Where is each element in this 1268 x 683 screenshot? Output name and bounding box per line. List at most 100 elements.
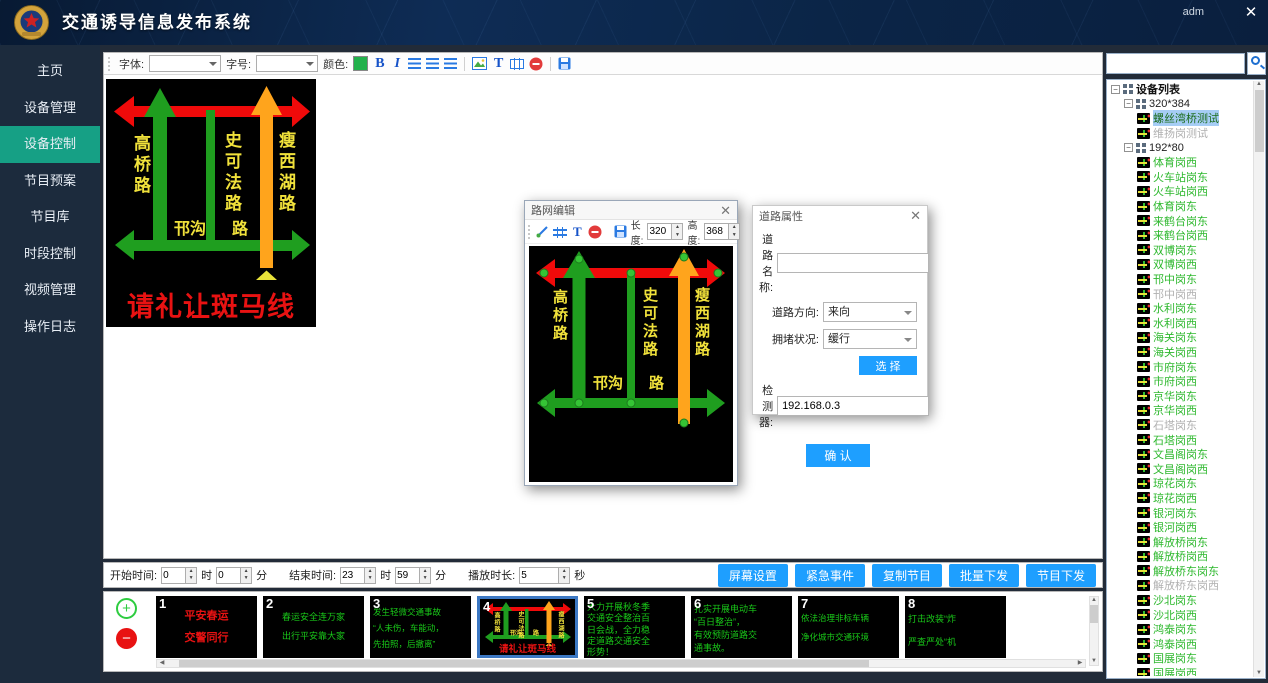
action-button[interactable]: 复制节目: [872, 564, 942, 587]
action-button[interactable]: 屏幕设置: [718, 564, 788, 587]
device-tree-item[interactable]: 海关岗东: [1109, 330, 1253, 345]
device-tree-item[interactable]: 国展岗西: [1109, 666, 1253, 676]
program-thumbnail-5[interactable]: 5大力开展秋冬季交通安全整治百日会战，全力稳定道路交通安全形势！: [584, 596, 685, 658]
device-tree-item[interactable]: 维扬岗测试: [1109, 126, 1253, 141]
sidebar-item-5[interactable]: 节目库: [0, 199, 100, 236]
device-tree-item[interactable]: 来鹤台岗西: [1109, 228, 1253, 243]
size-select[interactable]: [256, 55, 318, 72]
end-hour-input[interactable]: [340, 567, 365, 584]
device-tree-item[interactable]: 石塔岗东: [1109, 418, 1253, 433]
sidebar-item-8[interactable]: 操作日志: [0, 309, 100, 346]
scroll-up-icon[interactable]: ▲: [1254, 81, 1264, 88]
sidebar-item-6[interactable]: 时段控制: [0, 236, 100, 273]
text-tool-icon[interactable]: T: [571, 224, 584, 240]
device-group-192*80[interactable]: −192*80: [1109, 140, 1253, 155]
scrollbar-thumb[interactable]: [179, 660, 869, 667]
text-tool-icon[interactable]: T: [492, 56, 505, 72]
scroll-right-icon[interactable]: ▶: [1075, 660, 1085, 667]
device-tree-item[interactable]: 火车站岗西: [1109, 184, 1253, 199]
scroll-down-icon[interactable]: ▼: [1089, 658, 1099, 665]
device-tree-item[interactable]: 鸿泰岗东: [1109, 622, 1253, 637]
spin-down-icon[interactable]: ▼: [420, 575, 430, 583]
font-select[interactable]: [149, 55, 221, 72]
detector-input[interactable]: [777, 396, 929, 416]
spin-up-icon[interactable]: ▲: [559, 568, 569, 576]
spin-down-icon[interactable]: ▼: [365, 575, 375, 583]
spin-down-icon[interactable]: ▼: [559, 575, 569, 583]
window-close-icon[interactable]: ✕: [1242, 4, 1260, 22]
device-tree-item[interactable]: 银河岗西: [1109, 520, 1253, 535]
device-tree-item[interactable]: 琼花岗东: [1109, 476, 1253, 491]
device-tree-item[interactable]: 双博岗东: [1109, 243, 1253, 258]
device-tree-item[interactable]: 双博岗西: [1109, 257, 1253, 272]
device-tree-item[interactable]: 解放桥岗西: [1109, 549, 1253, 564]
program-thumbnail-3[interactable]: 3发生轻微交通事故“人未伤，车能动，先拍照，后撤离”: [370, 596, 471, 658]
device-tree-item[interactable]: 体育岗东: [1109, 199, 1253, 214]
scroll-up-icon[interactable]: ▲: [1089, 597, 1099, 604]
device-tree-item[interactable]: 来鹤台岗东: [1109, 213, 1253, 228]
delete-program-button[interactable]: −: [116, 628, 137, 649]
image-icon[interactable]: [472, 57, 487, 70]
action-button[interactable]: 批量下发: [949, 564, 1019, 587]
device-tree-item[interactable]: 螺丝湾桥测试: [1109, 111, 1253, 126]
device-tree-item[interactable]: 解放桥东岗东: [1109, 564, 1253, 579]
congestion-select[interactable]: 缓行: [823, 329, 917, 349]
sidebar-item-4[interactable]: 节目预案: [0, 163, 100, 200]
device-search-input[interactable]: [1106, 53, 1245, 74]
align-center-icon[interactable]: [426, 58, 439, 69]
duration-input[interactable]: [519, 567, 559, 584]
road-props-titlebar[interactable]: 道路属性 ✕: [753, 206, 927, 225]
spin-down-icon[interactable]: ▼: [241, 575, 251, 583]
spin-up-icon[interactable]: ▲: [365, 568, 375, 576]
sidebar-item-7[interactable]: 视频管理: [0, 272, 100, 309]
sidebar-item-2[interactable]: 设备管理: [0, 90, 100, 127]
device-tree-item[interactable]: 沙北岗东: [1109, 593, 1253, 608]
spin-up-icon[interactable]: ▲: [241, 568, 251, 576]
close-icon[interactable]: ✕: [910, 209, 921, 222]
program-thumbnail-8[interactable]: 8打击改装“炸严查严处“机: [905, 596, 1006, 658]
save-icon[interactable]: [558, 57, 571, 70]
spin-up-icon[interactable]: ▲: [186, 568, 196, 576]
device-tree-item[interactable]: 邗中岗西: [1109, 286, 1253, 301]
action-button[interactable]: 紧急事件: [795, 564, 865, 587]
device-tree-item[interactable]: 鸿泰岗西: [1109, 637, 1253, 652]
device-tree-item[interactable]: 体育岗西: [1109, 155, 1253, 170]
collapse-icon[interactable]: −: [1111, 85, 1120, 94]
device-tree-item[interactable]: 火车站岗东: [1109, 170, 1253, 185]
confirm-button[interactable]: 确 认: [806, 444, 870, 467]
device-tree-item[interactable]: 解放桥岗东: [1109, 534, 1253, 549]
device-tree-item[interactable]: 京华岗西: [1109, 403, 1253, 418]
action-button[interactable]: 节目下发: [1026, 564, 1096, 587]
device-tree-item[interactable]: 石塔岗西: [1109, 432, 1253, 447]
device-tree-item[interactable]: 琼花岗西: [1109, 491, 1253, 506]
device-tree-item[interactable]: 水利岗东: [1109, 301, 1253, 316]
height-input[interactable]: [704, 223, 729, 240]
scroll-left-icon[interactable]: ◀: [157, 660, 167, 667]
screen-layout-icon[interactable]: [510, 58, 524, 70]
italic-button[interactable]: I: [392, 56, 403, 72]
tree-vscrollbar[interactable]: ▲ ▼: [1253, 81, 1264, 677]
close-icon[interactable]: ✕: [720, 204, 731, 217]
toolbar-grip[interactable]: [108, 57, 112, 71]
led-preview[interactable]: 高桥路 史可法路 瘦西湖路 邗沟 路 请礼让斑马线: [106, 79, 316, 327]
remove-icon[interactable]: [588, 225, 602, 239]
playlist-vscrollbar[interactable]: ▲ ▼: [1089, 596, 1099, 666]
device-tree-item[interactable]: 邗中岗东: [1109, 272, 1253, 287]
add-program-button[interactable]: +: [116, 598, 137, 619]
scrollbar-thumb[interactable]: [1090, 605, 1098, 623]
device-tree-item[interactable]: 京华岗东: [1109, 388, 1253, 403]
length-input[interactable]: [647, 223, 672, 240]
spin-down-icon[interactable]: ▼: [186, 575, 196, 583]
program-thumbnail-6[interactable]: 6扎实开展电动车“百日整治”，有效预防道路交通事故。: [691, 596, 792, 658]
program-thumbnail-7[interactable]: 7依法治理非标车辆净化城市交通环境: [798, 596, 899, 658]
start-hour-input[interactable]: [161, 567, 186, 584]
device-tree-item[interactable]: 国展岗东: [1109, 651, 1253, 666]
program-thumbnail-4[interactable]: 4 高桥路 史可法路 瘦西湖路 邗沟 路 请礼让斑马线: [477, 596, 578, 658]
spin-up-icon[interactable]: ▲: [420, 568, 430, 576]
device-group-320*384[interactable]: −320*384: [1109, 97, 1253, 112]
remove-icon[interactable]: [529, 57, 543, 71]
spin-up-icon[interactable]: ▲: [729, 224, 739, 232]
sidebar-item-3[interactable]: 设备控制: [0, 126, 100, 163]
color-swatch[interactable]: [353, 56, 368, 71]
scrollbar-thumb[interactable]: [1255, 90, 1264, 152]
